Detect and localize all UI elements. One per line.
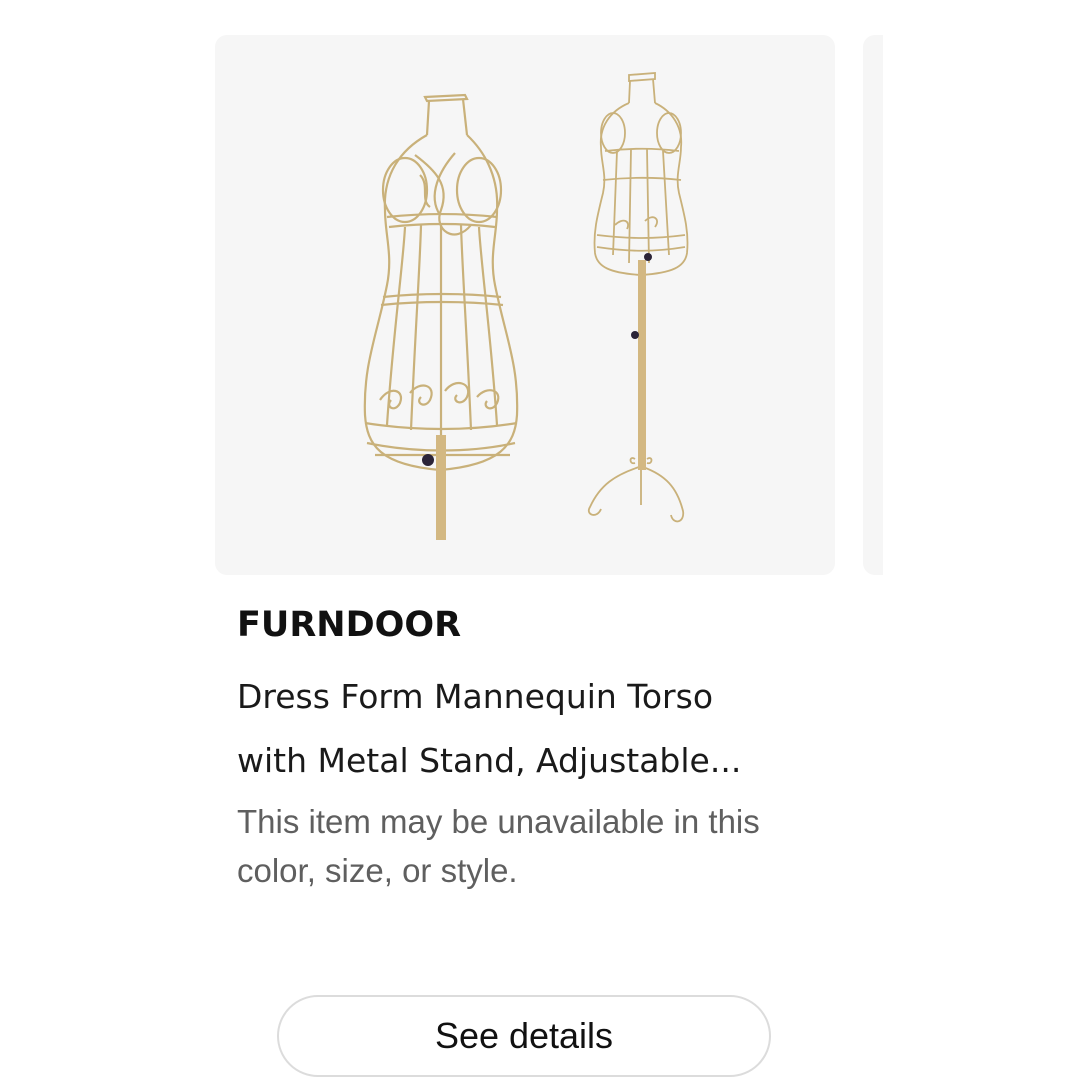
full-stand-pole	[638, 260, 646, 470]
product-title-line-2[interactable]: with Metal Stand, Adjustable...	[237, 729, 827, 793]
product-card[interactable]: FURNDOOR Dress Form Mannequin Torso with…	[215, 35, 835, 1080]
product-title-line-1[interactable]: Dress Form Mannequin Torso	[237, 665, 827, 729]
full-stand-knob-middle	[631, 331, 639, 339]
product-carousel: FURNDOOR Dress Form Mannequin Torso with…	[0, 0, 1080, 1080]
product-image[interactable]	[215, 35, 835, 575]
product-brand: FURNDOOR	[237, 605, 462, 645]
full-stand-knob-top	[644, 253, 652, 261]
torso-knob	[422, 454, 434, 466]
torso-stand-pole	[436, 435, 446, 540]
product-title[interactable]: Dress Form Mannequin Torso with Metal St…	[237, 665, 827, 793]
torso-mannequin-left	[363, 93, 519, 472]
next-product-card-edge[interactable]	[863, 35, 883, 575]
availability-note: This item may be unavailable in this col…	[237, 803, 760, 889]
see-details-button[interactable]: See details	[277, 995, 771, 1077]
mannequin-illustration	[363, 72, 689, 540]
